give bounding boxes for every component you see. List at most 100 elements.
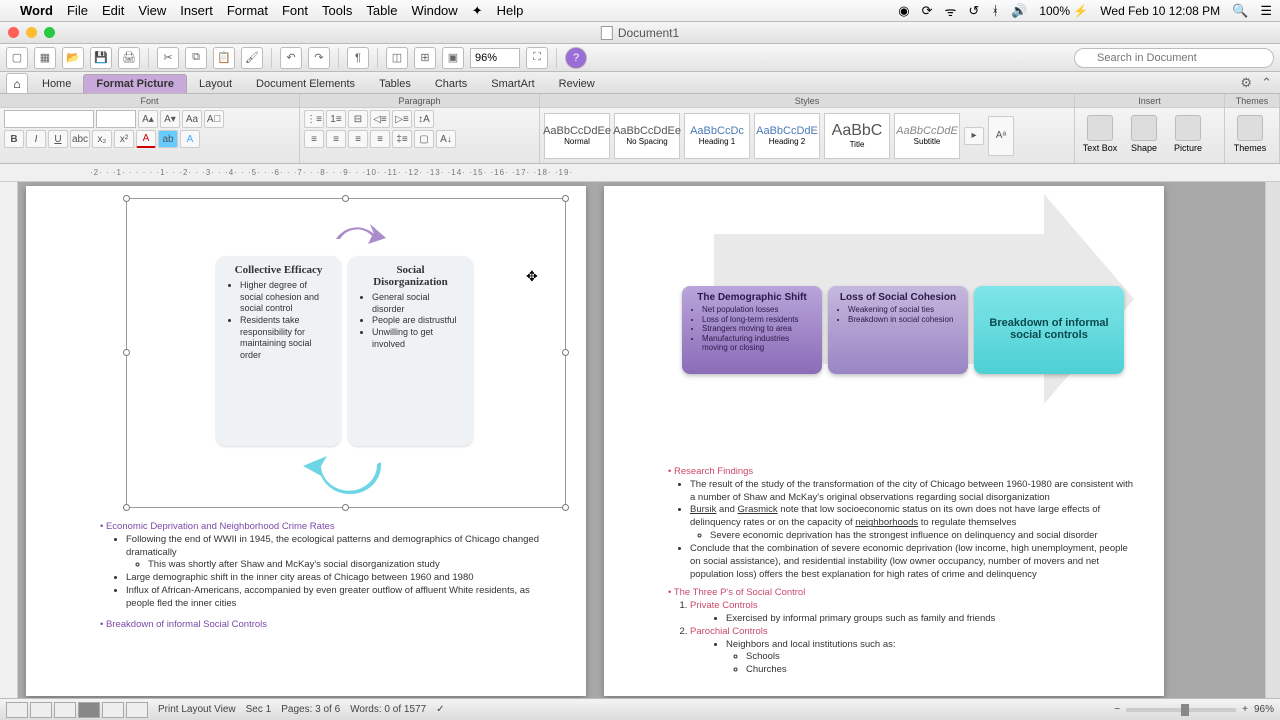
grow-font-button[interactable]: A▴ bbox=[138, 110, 158, 128]
highlight-button[interactable]: ab bbox=[158, 130, 178, 148]
horizontal-ruler[interactable]: ·2· · ·1· · · · · ·1· · ·2· · ·3· · ·4· … bbox=[0, 164, 1280, 182]
menu-window[interactable]: Window bbox=[411, 3, 457, 18]
help-button[interactable]: ? bbox=[565, 47, 587, 69]
notification-center-icon[interactable]: ☰ bbox=[1260, 3, 1272, 19]
tab-home[interactable]: Home bbox=[30, 75, 83, 93]
spellcheck-icon[interactable]: ✓ bbox=[436, 704, 444, 715]
insert-shape-button[interactable]: Shape bbox=[1123, 110, 1165, 158]
text-direction-button[interactable]: ↕A bbox=[414, 110, 434, 128]
search-input[interactable] bbox=[1074, 48, 1274, 68]
battery-status[interactable]: 100% ⚡ bbox=[1039, 4, 1088, 18]
bold-button[interactable]: B bbox=[4, 130, 24, 148]
volume-icon[interactable]: 🔊 bbox=[1011, 3, 1027, 19]
insert-picture-button[interactable]: Picture bbox=[1167, 110, 1209, 158]
tab-document-elements[interactable]: Document Elements bbox=[244, 75, 367, 93]
timemachine-icon[interactable]: ↺ bbox=[968, 3, 979, 19]
insert-text-box-button[interactable]: Text Box bbox=[1079, 110, 1121, 158]
fullscreen-button[interactable]: ⛶ bbox=[526, 47, 548, 69]
cut-button[interactable]: ✂ bbox=[157, 47, 179, 69]
clock[interactable]: Wed Feb 10 12:08 PM bbox=[1100, 4, 1220, 18]
home-icon-tab[interactable]: ⌂ bbox=[6, 73, 28, 93]
menu-font[interactable]: Font bbox=[282, 3, 308, 18]
redo-button[interactable]: ↷ bbox=[308, 47, 330, 69]
paste-button[interactable]: 📋 bbox=[213, 47, 235, 69]
tab-review[interactable]: Review bbox=[547, 75, 607, 93]
multilevel-button[interactable]: ⊟ bbox=[348, 110, 368, 128]
style-normal[interactable]: AaBbCcDdEeNormal bbox=[544, 113, 610, 159]
styles-more-button[interactable]: ▸ bbox=[964, 127, 984, 145]
resize-handle[interactable] bbox=[562, 349, 569, 356]
menu-format[interactable]: Format bbox=[227, 3, 268, 18]
decrease-indent-button[interactable]: ◁≡ bbox=[370, 110, 390, 128]
bluetooth-icon[interactable]: ᚼ bbox=[991, 3, 999, 18]
sync-icon[interactable]: ⟳ bbox=[922, 3, 933, 19]
zoom-out-button[interactable]: − bbox=[1114, 704, 1120, 715]
italic-button[interactable]: I bbox=[26, 130, 46, 148]
style-subtitle[interactable]: AaBbCcDdESubtitle bbox=[894, 113, 960, 159]
resize-handle[interactable] bbox=[123, 504, 130, 511]
align-left-button[interactable]: ≡ bbox=[304, 130, 324, 148]
resize-handle[interactable] bbox=[562, 504, 569, 511]
print-button[interactable]: 🖨 bbox=[118, 47, 140, 69]
vertical-ruler[interactable] bbox=[0, 182, 18, 698]
app-name[interactable]: Word bbox=[20, 3, 53, 18]
numbering-button[interactable]: 1≡ bbox=[326, 110, 346, 128]
underline-button[interactable]: U bbox=[48, 130, 68, 148]
justify-button[interactable]: ≡ bbox=[370, 130, 390, 148]
copy-button[interactable]: ⧉ bbox=[185, 47, 207, 69]
change-case-button[interactable]: Aa bbox=[182, 110, 202, 128]
resize-handle[interactable] bbox=[562, 195, 569, 202]
minimize-window-button[interactable] bbox=[26, 27, 37, 38]
zoom-percent[interactable]: 96% bbox=[1254, 704, 1274, 715]
format-painter-button[interactable]: 🖌 bbox=[241, 47, 263, 69]
superscript-button[interactable]: x² bbox=[114, 130, 134, 148]
page-3[interactable]: Collective Efficacy Higher degree of soc… bbox=[26, 186, 586, 696]
style-title[interactable]: AaBbCTitle bbox=[824, 113, 890, 159]
toolbox-button[interactable]: ⊞ bbox=[414, 47, 436, 69]
menu-view[interactable]: View bbox=[138, 3, 166, 18]
ribbon-settings-icon[interactable]: ⚙ bbox=[1240, 75, 1252, 91]
shrink-font-button[interactable]: A▾ bbox=[160, 110, 180, 128]
subscript-button[interactable]: x₂ bbox=[92, 130, 112, 148]
menu-help[interactable]: Help bbox=[497, 3, 524, 18]
print-layout-view-button[interactable] bbox=[78, 702, 100, 718]
record-icon[interactable]: ◉ bbox=[898, 3, 909, 19]
increase-indent-button[interactable]: ▷≡ bbox=[392, 110, 412, 128]
publishing-view-button[interactable] bbox=[54, 702, 76, 718]
zoom-field[interactable] bbox=[470, 48, 520, 68]
tab-tables[interactable]: Tables bbox=[367, 75, 423, 93]
resize-handle[interactable] bbox=[123, 195, 130, 202]
align-center-button[interactable]: ≡ bbox=[326, 130, 346, 148]
font-size-field[interactable] bbox=[96, 110, 136, 128]
wifi-icon[interactable]: ᯤ bbox=[945, 2, 957, 20]
save-button[interactable]: 💾 bbox=[90, 47, 112, 69]
focus-view-button[interactable] bbox=[126, 702, 148, 718]
tab-smartart[interactable]: SmartArt bbox=[479, 75, 546, 93]
spotlight-icon[interactable]: 🔍 bbox=[1232, 3, 1248, 19]
style-heading-2[interactable]: AaBbCcDdEHeading 2 bbox=[754, 113, 820, 159]
strikethrough-button[interactable]: abc bbox=[70, 130, 90, 148]
menu-edit[interactable]: Edit bbox=[102, 3, 124, 18]
menu-table[interactable]: Table bbox=[366, 3, 397, 18]
clear-format-button[interactable]: A⃠ bbox=[204, 110, 224, 128]
resize-handle[interactable] bbox=[342, 504, 349, 511]
zoom-slider[interactable] bbox=[1126, 708, 1236, 712]
zoom-window-button[interactable] bbox=[44, 27, 55, 38]
close-window-button[interactable] bbox=[8, 27, 19, 38]
themes-button[interactable]: Themes bbox=[1229, 110, 1271, 158]
menu-tools[interactable]: Tools bbox=[322, 3, 352, 18]
shading-button[interactable]: ▢ bbox=[414, 130, 434, 148]
word-count[interactable]: Words: 0 of 1577 bbox=[350, 704, 426, 715]
text-effects-button[interactable]: A bbox=[180, 130, 200, 148]
line-spacing-button[interactable]: ‡≡ bbox=[392, 130, 412, 148]
menu-file[interactable]: File bbox=[67, 3, 88, 18]
media-button[interactable]: ▣ bbox=[442, 47, 464, 69]
font-name-field[interactable] bbox=[4, 110, 94, 128]
menu-script-icon[interactable]: ✦ bbox=[472, 3, 483, 19]
styles-pane-button[interactable]: Aᵃ bbox=[988, 116, 1014, 156]
collapse-ribbon-icon[interactable]: ⌃ bbox=[1261, 75, 1272, 91]
show-formatting-button[interactable]: ¶ bbox=[347, 47, 369, 69]
template-button[interactable]: ▦ bbox=[34, 47, 56, 69]
undo-button[interactable]: ↶ bbox=[280, 47, 302, 69]
style-heading-1[interactable]: AaBbCcDcHeading 1 bbox=[684, 113, 750, 159]
